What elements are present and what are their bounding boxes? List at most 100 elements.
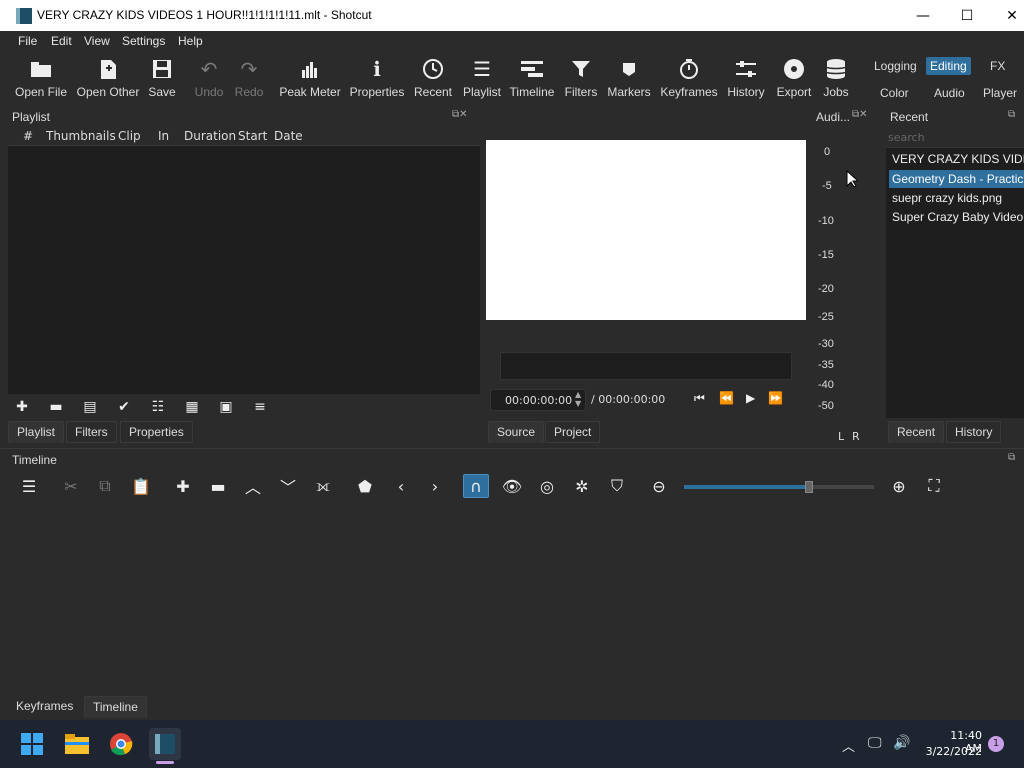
undo-button[interactable]: ↶ Undo bbox=[194, 55, 224, 100]
tab-source[interactable]: Source bbox=[488, 421, 545, 443]
recent-search-input[interactable]: search bbox=[886, 128, 1024, 148]
properties-button[interactable]: ℹ Properties bbox=[350, 55, 405, 100]
layout-audio[interactable]: Audio bbox=[930, 84, 969, 102]
keyframes-button[interactable]: Keyframes bbox=[660, 55, 718, 99]
split-icon[interactable]: ⟗ bbox=[310, 474, 336, 498]
recent-float-icon[interactable]: ⧉ bbox=[1008, 109, 1015, 120]
maximize-button[interactable]: ☐ bbox=[944, 0, 990, 31]
tab-project[interactable]: Project bbox=[545, 421, 601, 443]
remove-clip-button[interactable]: ▬ bbox=[44, 396, 68, 418]
jobs-button[interactable]: Jobs bbox=[822, 55, 850, 99]
menu-settings[interactable]: Settings bbox=[122, 34, 165, 48]
col-thumbnails[interactable]: Thumbnails bbox=[46, 129, 116, 143]
fast-forward-icon[interactable]: ⏩ bbox=[768, 391, 783, 405]
tab-timeline[interactable]: Timeline bbox=[84, 696, 147, 718]
timeline-float-icon[interactable]: ⧉ bbox=[1008, 452, 1015, 463]
layout-player[interactable]: Player bbox=[979, 84, 1021, 102]
check-icon[interactable]: ✔ bbox=[112, 396, 136, 418]
tab-playlist[interactable]: Playlist bbox=[8, 421, 65, 443]
recent-item[interactable]: Super Crazy Baby Video... bbox=[889, 208, 1024, 226]
tab-recent[interactable]: Recent bbox=[888, 421, 945, 443]
recent-button[interactable]: Recent bbox=[414, 55, 452, 99]
recent-item[interactable]: Geometry Dash - Practic... bbox=[889, 170, 1024, 188]
chrome-icon[interactable] bbox=[105, 728, 137, 760]
shotcut-taskbar-icon[interactable] bbox=[149, 728, 181, 760]
scrub-eye-icon[interactable]: 👁 bbox=[499, 474, 525, 498]
ripple-markers-icon[interactable]: ⛉ bbox=[604, 474, 630, 498]
timecode-field[interactable]: 00:00:00:00 ▲ ▼ bbox=[490, 389, 586, 411]
tab-filters[interactable]: Filters bbox=[66, 421, 117, 443]
playlist-list[interactable] bbox=[8, 146, 480, 394]
network-icon[interactable]: 🖵 bbox=[868, 735, 882, 751]
export-button[interactable]: Export bbox=[776, 55, 812, 99]
zoom-out-icon[interactable]: ⊖ bbox=[646, 474, 672, 498]
append-icon[interactable]: ✚ bbox=[170, 474, 196, 498]
spin-arrows-icon[interactable]: ▲ ▼ bbox=[575, 390, 581, 408]
playlist-float-close-icon[interactable]: ⧉✕ bbox=[452, 109, 468, 120]
recent-item[interactable]: suepr crazy kids.png bbox=[889, 189, 1024, 207]
overwrite-icon[interactable]: ﹀ bbox=[275, 474, 301, 498]
file-explorer-icon[interactable] bbox=[61, 728, 93, 760]
play-icon[interactable]: ▶ bbox=[746, 391, 755, 405]
update-clip-icon[interactable]: ▤ bbox=[78, 396, 102, 418]
chevron-up-icon[interactable]: ︿ bbox=[842, 736, 855, 755]
layout-color[interactable]: Color bbox=[876, 84, 913, 102]
previous-marker-icon[interactable]: ‹ bbox=[388, 474, 414, 498]
lift-icon[interactable]: ︿ bbox=[240, 474, 266, 498]
close-button[interactable]: ✕ bbox=[989, 0, 1024, 31]
save-button[interactable]: Save bbox=[148, 55, 176, 99]
playlist-menu-icon[interactable]: ≡ bbox=[248, 396, 272, 418]
zoom-slider[interactable] bbox=[684, 481, 874, 493]
markers-button[interactable]: Markers bbox=[607, 55, 651, 99]
tiles-view-icon[interactable]: ▣ bbox=[214, 396, 238, 418]
timeline-tracks-area[interactable] bbox=[8, 502, 1024, 694]
rewind-icon[interactable]: ⏪ bbox=[719, 391, 734, 405]
audio-float-close-icon[interactable]: ⧉✕ bbox=[852, 109, 868, 120]
tab-properties[interactable]: Properties bbox=[120, 421, 193, 443]
tab-keyframes[interactable]: Keyframes bbox=[8, 696, 82, 716]
grid-view-icon[interactable]: ▦ bbox=[180, 396, 204, 418]
snap-magnet-icon[interactable]: ∩ bbox=[463, 474, 489, 498]
col-clip[interactable]: Clip bbox=[118, 129, 141, 143]
zoom-slider-handle[interactable] bbox=[805, 481, 813, 493]
recent-item[interactable]: VERY CRAZY KIDS VIDE... bbox=[889, 150, 1024, 168]
paste-icon[interactable]: 📋 bbox=[128, 474, 154, 498]
details-view-icon[interactable]: ☷ bbox=[146, 396, 170, 418]
skip-previous-icon[interactable]: ⏮ bbox=[694, 391, 705, 406]
next-marker-icon[interactable]: › bbox=[422, 474, 448, 498]
add-clip-button[interactable]: ✚ bbox=[10, 396, 34, 418]
ripple-icon[interactable]: ◎ bbox=[534, 474, 560, 498]
menu-view[interactable]: View bbox=[84, 34, 110, 48]
video-preview[interactable] bbox=[486, 140, 806, 320]
col-in[interactable]: In bbox=[158, 129, 169, 143]
col-number[interactable]: # bbox=[23, 129, 33, 143]
copy-icon[interactable]: ⧉ bbox=[92, 474, 118, 498]
notification-badge[interactable]: 1 bbox=[988, 736, 1004, 752]
col-duration[interactable]: Duration bbox=[184, 129, 236, 143]
scrubber-bar[interactable] bbox=[500, 352, 792, 380]
history-button[interactable]: History bbox=[726, 55, 766, 99]
layout-logging[interactable]: Logging bbox=[870, 57, 921, 75]
zoom-in-icon[interactable]: ⊕ bbox=[886, 474, 912, 498]
remove-icon[interactable]: ▬ bbox=[205, 474, 231, 498]
timeline-menu-icon[interactable]: ☰ bbox=[16, 474, 42, 498]
menu-file[interactable]: File bbox=[18, 34, 37, 48]
open-other-button[interactable]: Open Other bbox=[76, 55, 140, 99]
layout-fx[interactable]: FX bbox=[986, 57, 1009, 75]
peak-meter-button[interactable]: Peak Meter bbox=[279, 55, 341, 99]
menu-help[interactable]: Help bbox=[178, 34, 203, 48]
minimize-button[interactable]: — bbox=[900, 0, 946, 31]
ripple-all-icon[interactable]: ✲ bbox=[569, 474, 595, 498]
timeline-button[interactable]: Timeline bbox=[510, 55, 554, 99]
menu-edit[interactable]: Edit bbox=[51, 34, 72, 48]
tab-history[interactable]: History bbox=[946, 421, 1002, 443]
col-start[interactable]: Start bbox=[238, 129, 267, 143]
volume-icon[interactable]: 🔊 bbox=[893, 735, 910, 751]
redo-button[interactable]: ↷ Redo bbox=[234, 55, 264, 100]
cut-icon[interactable]: ✂ bbox=[58, 474, 84, 498]
playlist-button[interactable]: ☰ Playlist bbox=[463, 55, 501, 100]
layout-editing[interactable]: Editing bbox=[926, 57, 971, 75]
col-date[interactable]: Date bbox=[274, 129, 303, 143]
open-file-button[interactable]: Open File bbox=[15, 55, 67, 99]
filters-button[interactable]: Filters bbox=[564, 55, 598, 99]
